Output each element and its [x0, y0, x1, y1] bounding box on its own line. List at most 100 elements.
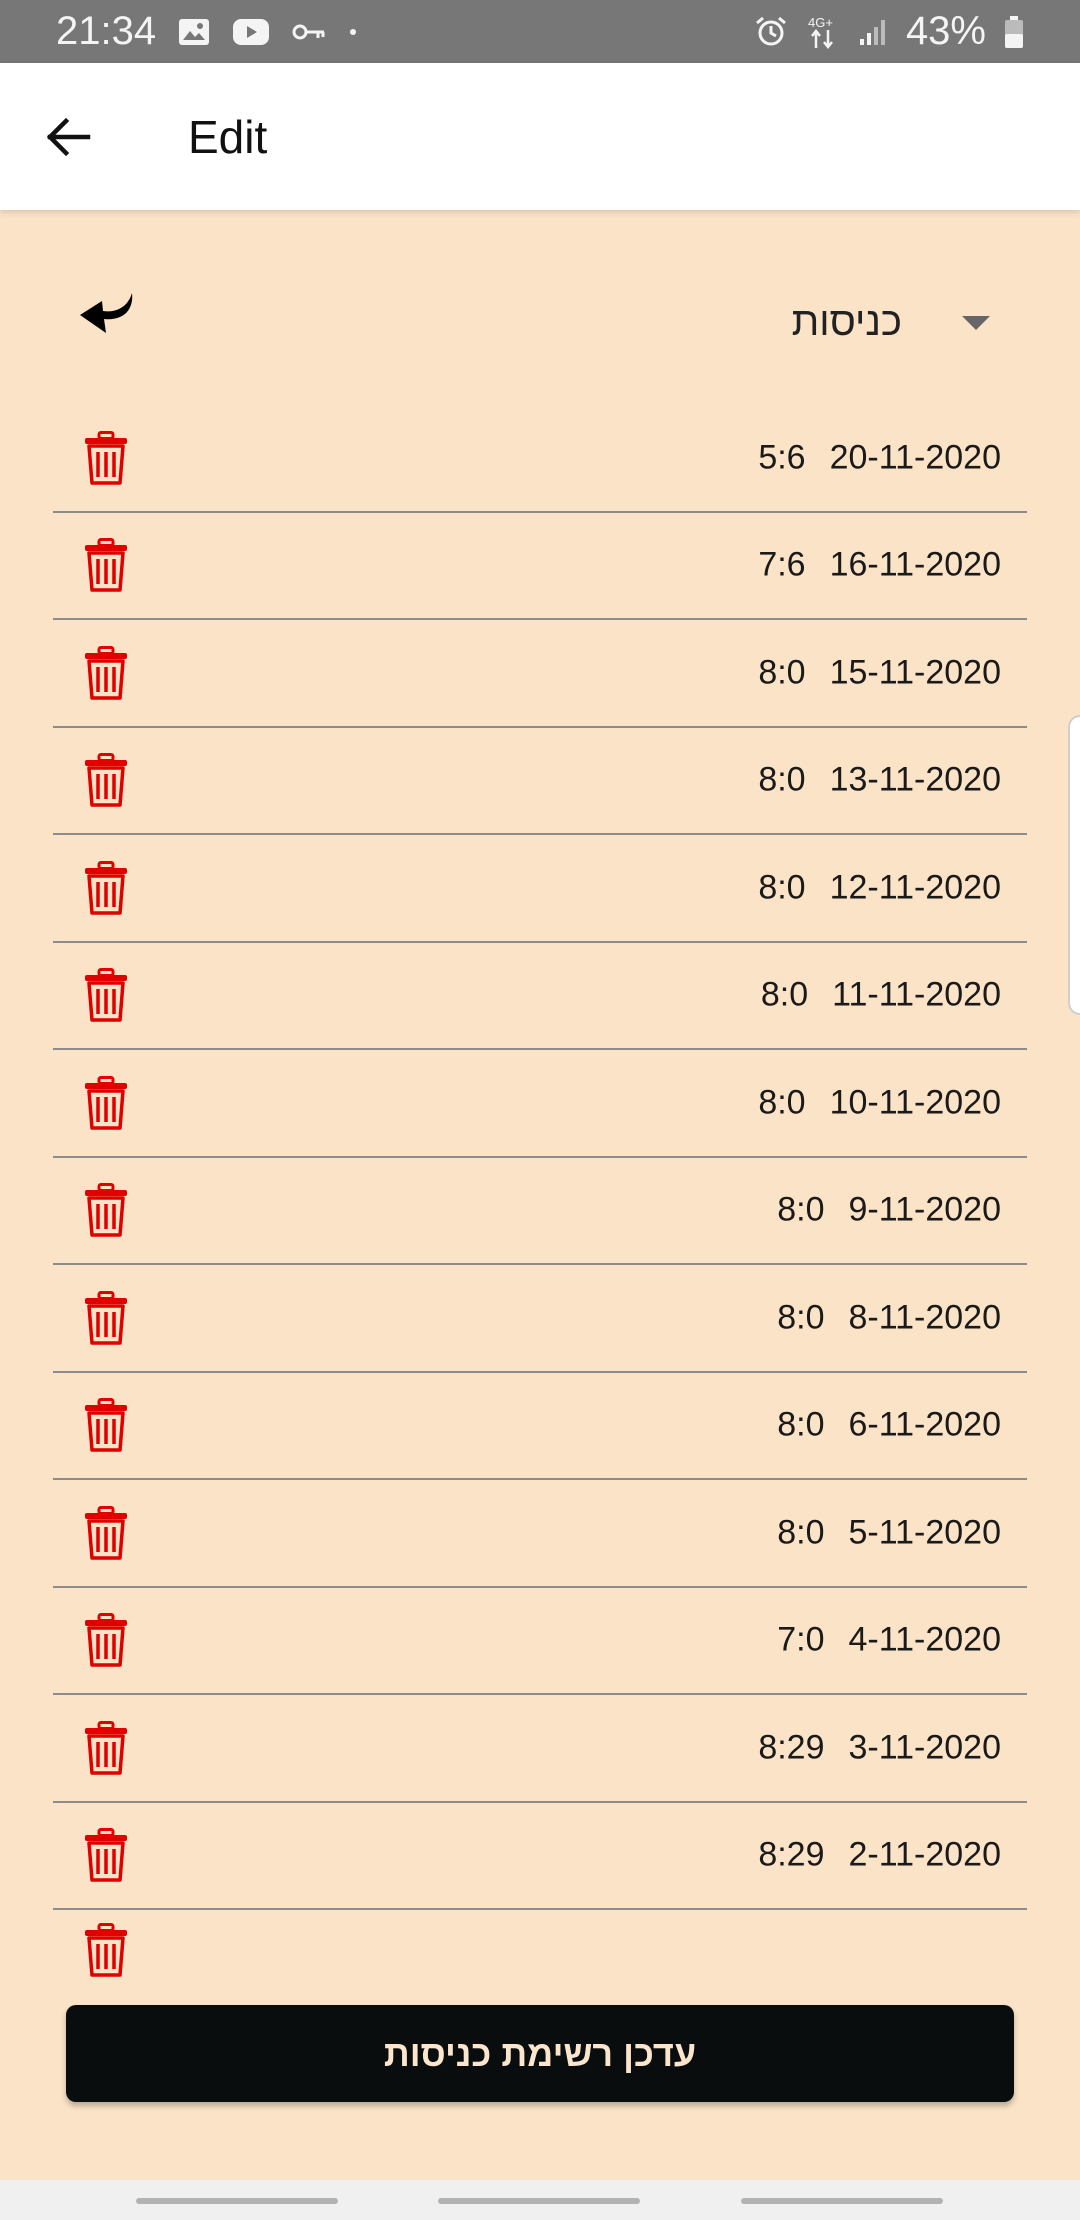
entry-date: 6-11-2020	[848, 1405, 1002, 1444]
entry-date: 10-11-2020	[829, 1083, 1001, 1122]
update-entries-button[interactable]: עדכן רשימת כניסות	[66, 2005, 1014, 2102]
dropdown-selected-value: כניסות	[791, 300, 902, 344]
youtube-icon	[232, 18, 270, 46]
delete-entry-button[interactable]	[83, 1505, 129, 1560]
entry-date: 16-11-2020	[829, 545, 1001, 584]
delete-entry-button[interactable]	[83, 1828, 129, 1882]
network-arrows-icon: 4G+	[806, 14, 840, 50]
entry-text: 7:6 16-11-2020	[758, 546, 1001, 585]
main-content: כניסות 5:6 20-11-2020 7:6 16-11-2020 8:0 15-1…	[0, 210, 1080, 2180]
entry-row: 8:0 8-11-2020	[53, 1265, 1027, 1373]
entry-row: 8:0 13-11-2020	[53, 728, 1027, 835]
trash-icon	[83, 753, 129, 811]
entry-text: 7:0 4-11-2020	[777, 1621, 1001, 1660]
entry-time: 8:0	[777, 1513, 825, 1552]
delete-entry-button[interactable]	[83, 1613, 129, 1667]
delete-entry-button[interactable]	[83, 645, 129, 700]
delete-entry-button[interactable]	[83, 1290, 129, 1345]
delete-entry-button[interactable]	[83, 1720, 129, 1775]
entry-text: 5:6 20-11-2020	[758, 438, 1001, 477]
back-button[interactable]	[18, 87, 118, 187]
status-right: 4G+ 43%	[754, 9, 1024, 54]
arrow-back-icon	[46, 117, 91, 156]
delete-entry-button[interactable]	[83, 430, 129, 485]
trash-icon	[83, 1720, 129, 1779]
trash-icon	[83, 430, 129, 489]
entry-row: 8:0 5-11-2020	[53, 1480, 1027, 1588]
entry-row: 7:0 4-11-2020	[53, 1588, 1027, 1695]
battery-percent: 43%	[905, 9, 986, 53]
entry-date: 11-11-2020	[832, 975, 1001, 1014]
entry-text: 8:0 13-11-2020	[758, 761, 1001, 800]
entry-text: 8:0 5-11-2020	[777, 1513, 1001, 1552]
entry-row: 8:0 11-11-2020	[53, 943, 1027, 1050]
entry-text: 8:0 11-11-2020	[761, 976, 1001, 1015]
undo-button[interactable]	[68, 280, 148, 350]
delete-entry-button[interactable]	[83, 1398, 129, 1452]
svg-text:4G+: 4G+	[808, 15, 833, 30]
delete-entry-button[interactable]	[83, 538, 129, 592]
status-bar: 21:34 4G+ 43%	[0, 0, 1080, 63]
entry-row: 8:0 12-11-2020	[53, 835, 1027, 943]
entry-row-partial	[53, 1910, 1027, 2018]
trash-icon	[83, 538, 129, 596]
entry-time: 8:0	[777, 1298, 825, 1337]
entry-text: 8:29 2-11-2020	[758, 1836, 1001, 1875]
entries-list: 5:6 20-11-2020 7:6 16-11-2020 8:0 15-11-2020 8…	[53, 405, 1027, 2150]
entry-time: 8:0	[758, 1083, 806, 1122]
nav-home-button[interactable]	[438, 2198, 640, 2204]
status-time: 21:34	[56, 9, 157, 53]
entry-row: 5:6 20-11-2020	[53, 405, 1027, 513]
entry-text: 8:0 10-11-2020	[758, 1083, 1001, 1122]
delete-entry-button[interactable]	[83, 860, 129, 915]
trash-icon	[83, 1075, 129, 1134]
delete-entry-button[interactable]	[83, 753, 129, 807]
entry-date: 5-11-2020	[848, 1513, 1002, 1552]
entry-date: 9-11-2020	[848, 1190, 1002, 1229]
entry-text: 8:0 12-11-2020	[758, 868, 1001, 907]
trash-icon	[83, 1923, 129, 1981]
edge-panel-handle[interactable]	[1068, 715, 1080, 1015]
entry-row: 8:0 10-11-2020	[53, 1050, 1027, 1158]
entry-row: 8:0 6-11-2020	[53, 1373, 1027, 1480]
delete-entry-button[interactable]	[83, 1923, 129, 1977]
entry-time: 5:6	[758, 438, 806, 477]
filter-dropdown[interactable]: כניסות	[792, 300, 990, 345]
entry-date: 3-11-2020	[848, 1728, 1002, 1767]
trash-icon	[83, 968, 129, 1026]
nav-back-button[interactable]	[741, 2198, 943, 2204]
entry-time: 8:0	[758, 760, 806, 799]
entry-time: 8:0	[758, 868, 806, 907]
entry-date: 20-11-2020	[829, 438, 1001, 477]
entry-text: 8:0 6-11-2020	[777, 1406, 1001, 1445]
entry-time: 8:29	[758, 1728, 825, 1767]
entry-time: 8:29	[758, 1835, 825, 1874]
entry-time: 8:0	[758, 653, 806, 692]
undo-arrow-icon	[80, 293, 133, 333]
entry-text: 8:0 9-11-2020	[777, 1191, 1001, 1230]
delete-entry-button[interactable]	[83, 968, 129, 1022]
signal-icon	[858, 17, 888, 47]
entry-row: 8:29 3-11-2020	[53, 1695, 1027, 1803]
trash-icon	[83, 1505, 129, 1564]
entry-row: 8:29 2-11-2020	[53, 1803, 1027, 1910]
dropdown-arrow-icon	[962, 315, 990, 330]
entry-time: 8:0	[760, 975, 809, 1014]
entry-text: 8:0 15-11-2020	[758, 653, 1001, 692]
navigation-bar	[0, 2180, 1080, 2220]
alarm-icon	[754, 15, 788, 49]
app-bar: Edit	[0, 63, 1080, 210]
delete-entry-button[interactable]	[83, 1075, 129, 1130]
entry-text: 8:29 3-11-2020	[758, 1728, 1001, 1767]
nav-recents-button[interactable]	[136, 2198, 338, 2204]
trash-icon	[83, 1183, 129, 1241]
entry-date: 12-11-2020	[829, 868, 1001, 907]
page-title: Edit	[188, 110, 268, 163]
delete-entry-button[interactable]	[83, 1183, 129, 1237]
entry-row: 7:6 16-11-2020	[53, 513, 1027, 620]
entry-time: 8:0	[777, 1190, 825, 1229]
entry-date: 4-11-2020	[848, 1620, 1002, 1659]
trash-icon	[83, 1290, 129, 1349]
entry-date: 2-11-2020	[848, 1835, 1002, 1874]
entry-text: 8:0 8-11-2020	[777, 1298, 1001, 1337]
